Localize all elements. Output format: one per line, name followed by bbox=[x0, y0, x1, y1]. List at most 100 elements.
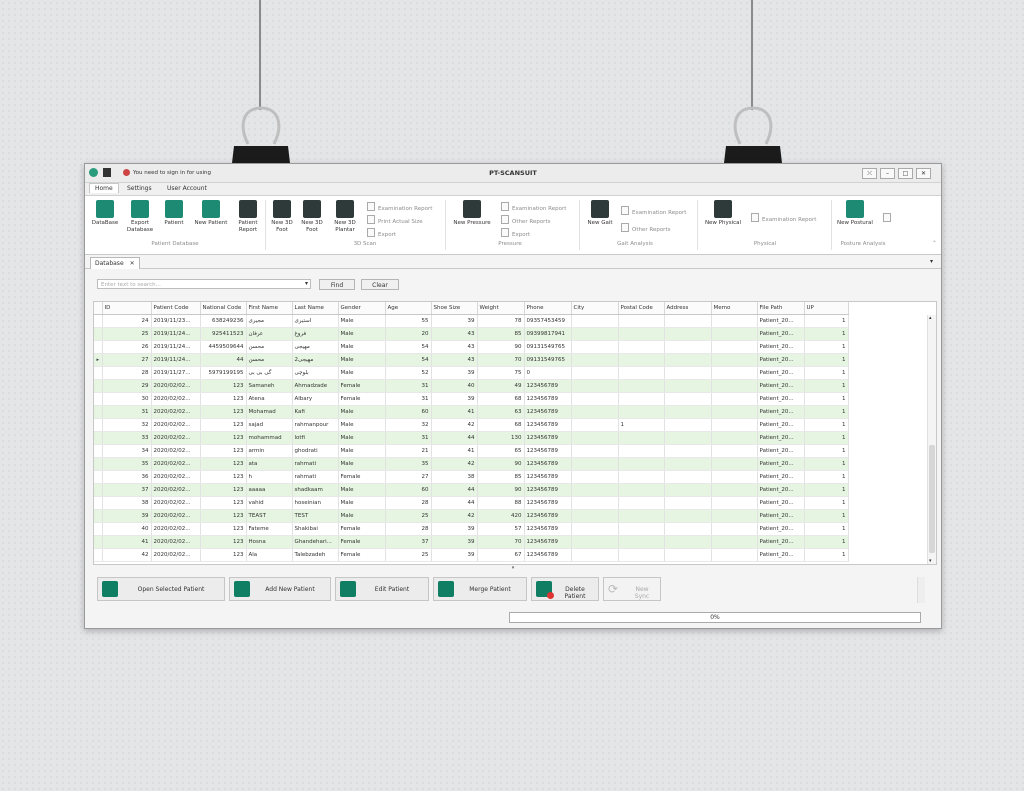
table-cell[interactable] bbox=[571, 379, 619, 393]
column-header[interactable]: First Name bbox=[246, 302, 293, 315]
table-cell[interactable]: 63 bbox=[477, 405, 525, 419]
column-header[interactable]: Age bbox=[385, 302, 432, 315]
table-cell[interactable]: Male bbox=[338, 496, 386, 510]
table-cell[interactable] bbox=[664, 457, 712, 471]
table-cell[interactable]: 30 bbox=[102, 392, 152, 406]
table-cell[interactable] bbox=[664, 444, 712, 458]
column-header[interactable]: Phone bbox=[524, 302, 572, 315]
table-row[interactable]: ▸ 27 2019/11/24... 44 محسن مهیجی2 Male 54 43 70 09… bbox=[94, 353, 849, 367]
table-cell[interactable] bbox=[571, 418, 619, 432]
new-patient-button[interactable]: New Patient bbox=[191, 200, 231, 227]
table-cell[interactable]: 2020/02/02... bbox=[151, 522, 201, 536]
examination-report-button-physical[interactable]: Examination Report bbox=[751, 213, 816, 223]
table-cell[interactable] bbox=[711, 340, 758, 354]
table-cell[interactable] bbox=[618, 431, 665, 445]
table-cell[interactable]: 40 bbox=[431, 379, 478, 393]
table-cell[interactable]: 123456789 bbox=[524, 418, 572, 432]
table-cell[interactable]: 2019/11/24... bbox=[151, 327, 201, 341]
table-cell[interactable]: 925411523 bbox=[200, 327, 247, 341]
table-cell[interactable] bbox=[664, 509, 712, 523]
table-cell[interactable]: rahmati bbox=[292, 457, 339, 471]
table-cell[interactable]: 1 bbox=[804, 392, 849, 406]
table-cell[interactable]: Patient_20... bbox=[757, 431, 805, 445]
table-cell[interactable] bbox=[711, 496, 758, 510]
table-cell[interactable]: 25 bbox=[102, 327, 152, 341]
table-row[interactable]: 40 2020/02/02... 123 Fateme Shakibai Female 28… bbox=[94, 522, 849, 536]
table-cell[interactable]: 09399817941 bbox=[524, 327, 572, 341]
table-cell[interactable]: 40 bbox=[102, 522, 152, 536]
table-cell[interactable]: Samaneh bbox=[246, 379, 293, 393]
table-cell[interactable]: 2019/11/23... bbox=[151, 314, 201, 328]
table-cell[interactable] bbox=[618, 405, 665, 419]
table-cell[interactable]: محسن bbox=[246, 353, 293, 367]
table-cell[interactable]: 420 bbox=[477, 509, 525, 523]
table-cell[interactable] bbox=[618, 327, 665, 341]
table-cell[interactable] bbox=[618, 379, 665, 393]
table-cell[interactable]: aaaaa bbox=[246, 483, 293, 497]
table-cell[interactable] bbox=[618, 522, 665, 536]
table-cell[interactable]: 90 bbox=[477, 483, 525, 497]
table-cell[interactable]: 123 bbox=[200, 392, 247, 406]
table-cell[interactable]: 2020/02/02... bbox=[151, 535, 201, 549]
row-indicator[interactable] bbox=[94, 405, 103, 419]
table-cell[interactable]: 39 bbox=[431, 535, 478, 549]
table-cell[interactable]: 123456789 bbox=[524, 457, 572, 471]
table-cell[interactable] bbox=[711, 548, 758, 562]
table-cell[interactable] bbox=[618, 353, 665, 367]
column-header[interactable]: Patient Code bbox=[151, 302, 201, 315]
postural-report-button[interactable] bbox=[883, 213, 894, 223]
table-cell[interactable]: 123 bbox=[200, 548, 247, 562]
table-cell[interactable]: TEST bbox=[292, 509, 339, 523]
table-cell[interactable]: 43 bbox=[431, 327, 478, 341]
table-cell[interactable]: 24 bbox=[102, 314, 152, 328]
table-cell[interactable] bbox=[571, 457, 619, 471]
table-cell[interactable]: 1 bbox=[804, 314, 849, 328]
table-cell[interactable]: Male bbox=[338, 509, 386, 523]
table-cell[interactable]: Female bbox=[338, 379, 386, 393]
column-header[interactable]: ID bbox=[102, 302, 152, 315]
new-pressure-button[interactable]: New Pressure bbox=[449, 200, 495, 227]
row-indicator[interactable] bbox=[94, 470, 103, 484]
table-cell[interactable]: Patient_20... bbox=[757, 418, 805, 432]
table-cell[interactable] bbox=[618, 470, 665, 484]
maximize-button[interactable]: □ bbox=[898, 168, 913, 179]
table-cell[interactable]: 1 bbox=[804, 509, 849, 523]
table-cell[interactable] bbox=[711, 509, 758, 523]
table-row[interactable]: 24 2019/11/23... 638249236 مجیری استیری Male 5… bbox=[94, 314, 849, 328]
table-cell[interactable]: Albary bbox=[292, 392, 339, 406]
table-row[interactable]: 25 2019/11/24... 925411523 عرفان فروغ Male 20 4… bbox=[94, 327, 849, 341]
table-cell[interactable]: 31 bbox=[385, 379, 432, 393]
grid-vertical-scrollbar[interactable]: ▴ ▾ bbox=[927, 315, 936, 564]
row-indicator[interactable] bbox=[94, 431, 103, 445]
table-cell[interactable]: 70 bbox=[477, 353, 525, 367]
table-cell[interactable]: 123456789 bbox=[524, 522, 572, 536]
table-cell[interactable]: Patient_20... bbox=[757, 340, 805, 354]
row-indicator[interactable] bbox=[94, 535, 103, 549]
table-cell[interactable]: 42 bbox=[431, 418, 478, 432]
table-cell[interactable]: محسن bbox=[246, 340, 293, 354]
table-cell[interactable]: 37 bbox=[385, 535, 432, 549]
table-cell[interactable]: Male bbox=[338, 366, 386, 380]
table-cell[interactable]: استیری bbox=[292, 314, 339, 328]
table-cell[interactable] bbox=[711, 366, 758, 380]
print-actual-size-button[interactable]: Print Actual Size bbox=[367, 215, 423, 225]
table-cell[interactable]: 38 bbox=[102, 496, 152, 510]
table-cell[interactable]: 2020/02/02... bbox=[151, 379, 201, 393]
table-cell[interactable]: 43 bbox=[431, 353, 478, 367]
table-cell[interactable]: 27 bbox=[385, 470, 432, 484]
table-cell[interactable]: TEAST bbox=[246, 509, 293, 523]
table-cell[interactable]: 60 bbox=[385, 483, 432, 497]
table-cell[interactable]: vahid bbox=[246, 496, 293, 510]
open-selected-patient-button[interactable]: Open Selected Patient bbox=[97, 577, 225, 601]
table-cell[interactable] bbox=[711, 431, 758, 445]
table-row[interactable]: 41 2020/02/02... 123 Hosna Ghandehari... Fema… bbox=[94, 535, 849, 549]
table-cell[interactable]: 123456789 bbox=[524, 379, 572, 393]
row-indicator[interactable] bbox=[94, 483, 103, 497]
table-cell[interactable]: 28 bbox=[385, 496, 432, 510]
table-cell[interactable]: Ahmadzade bbox=[292, 379, 339, 393]
table-cell[interactable]: 2020/02/02... bbox=[151, 496, 201, 510]
table-cell[interactable]: 123456789 bbox=[524, 483, 572, 497]
row-indicator[interactable] bbox=[94, 340, 103, 354]
table-cell[interactable] bbox=[711, 444, 758, 458]
table-cell[interactable]: 09131549765 bbox=[524, 353, 572, 367]
